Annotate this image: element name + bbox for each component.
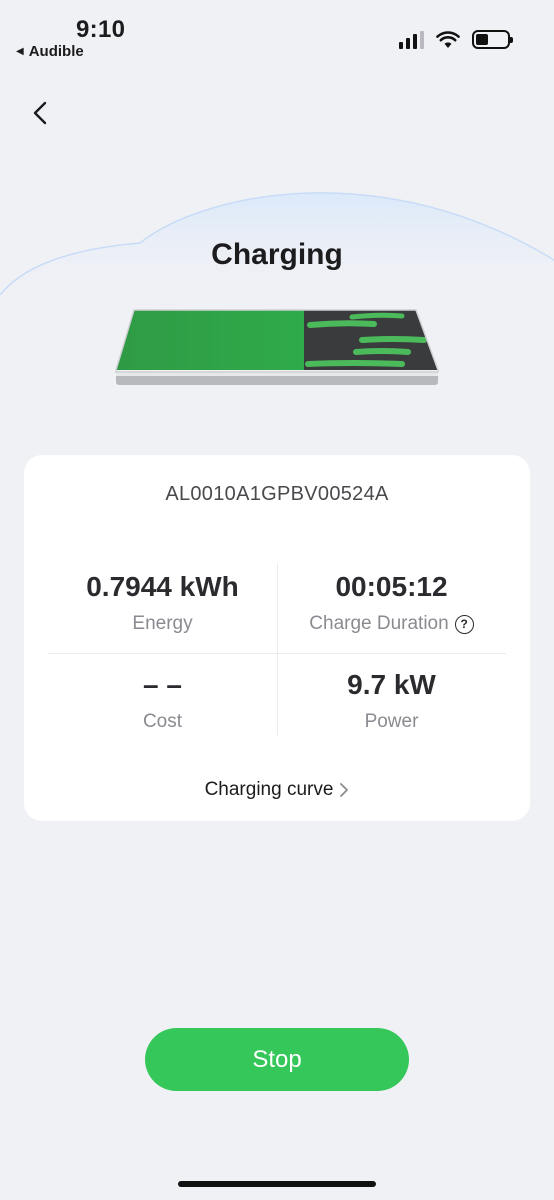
duration-metric: 00:05:12 Charge Duration ? bbox=[277, 571, 506, 635]
cost-label: Cost bbox=[142, 711, 183, 732]
charging-curve-link[interactable]: Charging curve bbox=[24, 779, 530, 801]
charging-curve-label: Charging curve bbox=[204, 779, 334, 800]
charger-serial-number: AL0010A1GPBV00524A bbox=[165, 483, 389, 505]
duration-label: Charge Duration bbox=[309, 613, 449, 634]
back-app-label: Audible bbox=[28, 43, 84, 60]
stop-button[interactable]: Stop bbox=[145, 1028, 409, 1091]
power-label: Power bbox=[364, 711, 419, 732]
cost-value: – – bbox=[143, 669, 182, 700]
status-time: 9:10 bbox=[76, 16, 126, 43]
back-triangle-icon: ◀ bbox=[16, 46, 24, 57]
chevron-right-icon bbox=[340, 783, 349, 797]
status-bar: 9:10 ◀ Audible bbox=[0, 0, 554, 70]
page-title: Charging bbox=[211, 238, 343, 271]
wifi-icon bbox=[436, 30, 460, 48]
power-metric: 9.7 kW Power bbox=[277, 669, 506, 733]
battery-charging-illustration bbox=[115, 309, 439, 385]
chevron-left-icon[interactable] bbox=[26, 98, 56, 128]
charging-info-card: AL0010A1GPBV00524A 0.7944 kWh Energy 00:… bbox=[24, 455, 530, 821]
cellular-signal-icon bbox=[399, 30, 424, 49]
power-value: 9.7 kW bbox=[347, 669, 436, 700]
back-to-app-link[interactable]: ◀ Audible bbox=[16, 43, 84, 60]
energy-metric: 0.7944 kWh Energy bbox=[48, 571, 277, 635]
horizontal-divider bbox=[48, 653, 506, 654]
energy-value: 0.7944 kWh bbox=[86, 571, 239, 602]
metrics-grid: 0.7944 kWh Energy 00:05:12 Charge Durati… bbox=[48, 563, 506, 735]
help-icon[interactable]: ? bbox=[454, 614, 474, 634]
cost-metric: – – Cost bbox=[48, 669, 277, 733]
duration-value: 00:05:12 bbox=[335, 571, 448, 602]
energy-label: Energy bbox=[132, 613, 193, 634]
home-indicator bbox=[178, 1181, 376, 1187]
battery-icon bbox=[472, 30, 513, 49]
status-icons bbox=[399, 30, 513, 49]
